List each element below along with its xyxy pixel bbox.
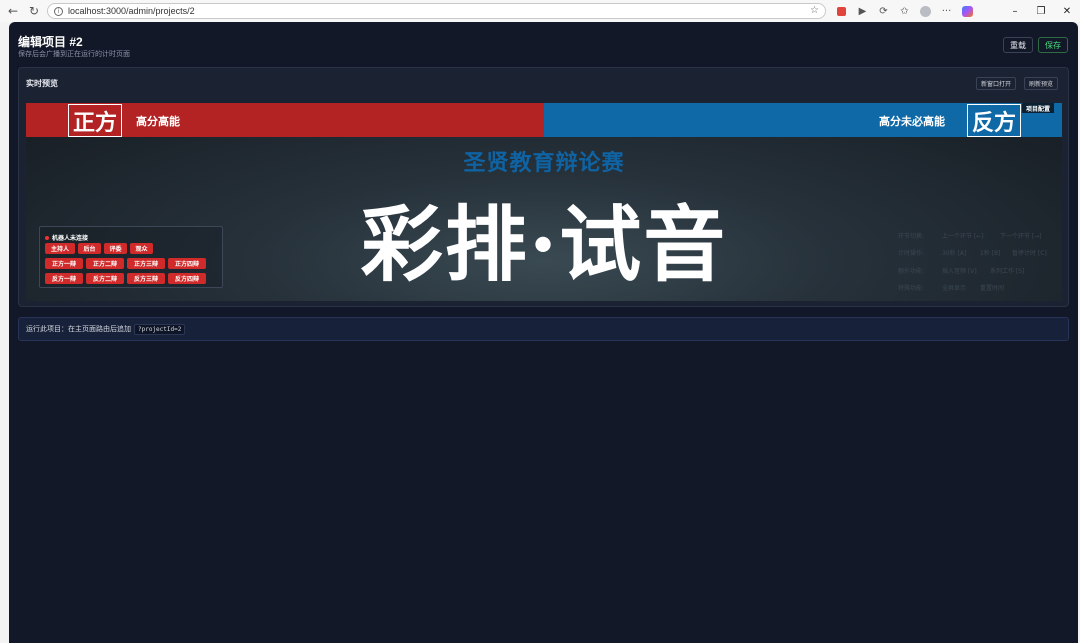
robot-button-judge[interactable]: 评委	[104, 243, 127, 254]
run-info-text: 运行此项目：在主页面路由后追加	[26, 325, 131, 333]
ghost-key: 系列工作 [S]	[990, 268, 1025, 275]
site-info-icon[interactable]: i	[54, 6, 63, 16]
robot-button-audience[interactable]: 观众	[130, 243, 153, 254]
run-info-bar: 运行此项目：在主页面路由后追加 ?projectId=2	[18, 317, 1069, 341]
open-new-window-button[interactable]: 新窗口打开	[976, 77, 1017, 90]
ghost-key: 下一个环节 [→]	[1000, 233, 1042, 240]
ghost-key: 1秒 [B]	[980, 250, 1001, 257]
ghost-key: 插入音频 [V]	[942, 268, 977, 275]
robot-control-box: 机器人未连接 主持人 后台 评委 观众 正方一辩 正方二辩 正方三辩 正方四辩 …	[39, 226, 223, 288]
page-title: 编辑项目 #2	[18, 35, 83, 49]
robot-button-pro-4[interactable]: 正方四辩	[168, 258, 206, 269]
robot-button-pro-2[interactable]: 正方二辩	[86, 258, 124, 269]
robot-button-con-4[interactable]: 反方四辩	[168, 273, 206, 284]
pro-side-label: 正方	[68, 104, 122, 137]
refresh-preview-button[interactable]: 刷新预览	[1024, 77, 1059, 90]
ghost-label: 额外功能:	[898, 268, 925, 275]
back-icon[interactable]: ←	[4, 2, 22, 20]
status-dot-icon	[45, 235, 49, 240]
sidebar-strip	[0, 22, 9, 643]
event-title: 圣贤教育辩论赛	[463, 150, 625, 176]
ghost-key: 暂停计时 [C]	[1012, 250, 1047, 257]
copilot-icon[interactable]	[959, 3, 976, 19]
robot-button-pro-1[interactable]: 正方一辩	[45, 258, 83, 269]
favorites-icon[interactable]: ✩	[896, 3, 913, 19]
robot-button-con-2[interactable]: 反方二辩	[86, 273, 124, 284]
refresh-extension-icon[interactable]: ⟳	[875, 3, 892, 19]
more-menu-icon[interactable]: ···	[938, 3, 955, 19]
reload-button[interactable]: 重载	[1003, 37, 1033, 53]
robot-button-con-3[interactable]: 反方三辩	[127, 273, 165, 284]
minimize-icon[interactable]: –	[1002, 0, 1028, 22]
play-icon[interactable]: ▶	[854, 3, 871, 19]
con-side-label: 反方	[967, 104, 1021, 137]
run-info-code: ?projectId=2	[134, 323, 186, 335]
save-button[interactable]: 保存	[1038, 37, 1068, 53]
reload-icon[interactable]: ↻	[25, 2, 43, 20]
project-config-button[interactable]: 项目配置	[1022, 103, 1055, 113]
robot-status-text: 机器人未连接	[52, 235, 89, 242]
app-root: 编辑项目 #2 保存后会广播到正在运行的计时页面 重载 保存 实时预览 新窗口打…	[9, 22, 1078, 643]
ghost-key: 重置时间	[980, 285, 1005, 292]
robot-button-backstage[interactable]: 后台	[78, 243, 101, 254]
preview-panel: 实时预览 新窗口打开 刷新预览 正方 高分高能 高分未必高能 反方 项目配置 圣…	[18, 67, 1069, 307]
address-bar[interactable]: i localhost:3000/admin/projects/2 ☆	[47, 3, 826, 19]
ghost-key: 全屏显示	[942, 285, 967, 292]
extension-icon[interactable]	[833, 3, 850, 19]
restore-icon[interactable]: ❐	[1028, 0, 1054, 22]
robot-button-con-1[interactable]: 反方一辩	[45, 273, 83, 284]
robot-button-host[interactable]: 主持人	[45, 243, 75, 254]
ghost-key: 30秒 [A]	[942, 250, 967, 257]
pro-slogan: 高分高能	[136, 115, 180, 128]
robot-button-pro-3[interactable]: 正方三辩	[127, 258, 165, 269]
ghost-label: 计时操作:	[898, 250, 925, 257]
browser-toolbar: ← ↻ i localhost:3000/admin/projects/2 ☆ …	[0, 0, 1080, 22]
page-subtitle: 保存后会广播到正在运行的计时页面	[18, 50, 130, 58]
profile-avatar-icon[interactable]	[917, 3, 934, 19]
close-icon[interactable]: ✕	[1054, 0, 1080, 22]
url-text[interactable]: localhost:3000/admin/projects/2	[68, 6, 195, 16]
ghost-label: 特殊功能:	[898, 285, 925, 292]
con-slogan: 高分未必高能	[879, 115, 945, 128]
favorite-star-icon[interactable]: ☆	[810, 5, 819, 16]
ghost-key: 上一个环节 [←]	[942, 233, 984, 240]
preview-stage: 正方 高分高能 高分未必高能 反方 项目配置 圣贤教育辩论赛 彩排·试音 机器人…	[26, 103, 1062, 301]
preview-title: 实时预览	[26, 79, 58, 88]
ghost-label: 环节切换:	[898, 233, 925, 240]
robot-status: 机器人未连接	[45, 233, 88, 242]
